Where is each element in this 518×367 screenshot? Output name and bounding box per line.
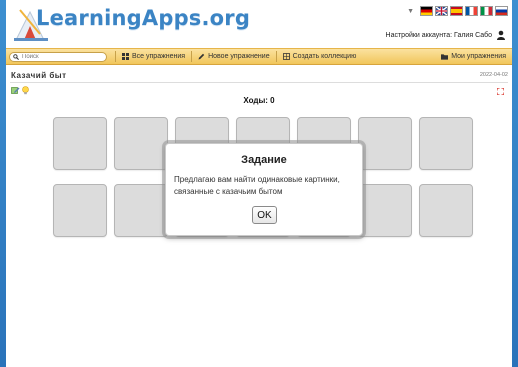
account-label[interactable]: Настройки аккаунта: Галия Сабо xyxy=(386,32,492,39)
user-icon[interactable] xyxy=(496,30,506,40)
folder-icon xyxy=(441,54,449,60)
flag-it-icon[interactable] xyxy=(480,6,493,16)
memory-card[interactable] xyxy=(419,117,473,170)
divider xyxy=(10,82,508,83)
nav-my-exercises[interactable]: Мои упражнения xyxy=(441,53,512,60)
nav-all-exercises-label: Все упражнения xyxy=(132,53,186,60)
memory-card[interactable] xyxy=(358,184,412,237)
chevron-down-icon[interactable]: ▼ xyxy=(407,8,414,15)
nav-create-collection-label: Создать коллекцию xyxy=(292,53,357,60)
language-selector[interactable]: ▼ xyxy=(407,6,508,16)
memory-card[interactable] xyxy=(114,184,168,237)
flag-fr-icon[interactable] xyxy=(465,6,478,16)
flag-ru-icon[interactable] xyxy=(495,6,508,16)
flag-es-icon[interactable] xyxy=(450,6,463,16)
nav-create-collection[interactable]: Создать коллекцию xyxy=(275,51,363,62)
flag-de-icon[interactable] xyxy=(420,6,433,16)
nav-all-exercises[interactable]: Все упражнения xyxy=(115,51,191,62)
dialog-title: Задание xyxy=(241,154,287,166)
app-frame: LearningApps.org ▼ Настройки аккаунта: Г… xyxy=(6,0,512,367)
nav-new-exercise[interactable]: Новое упражнение xyxy=(191,51,276,62)
collection-icon xyxy=(282,53,290,60)
pencil-icon xyxy=(198,53,205,60)
search-input[interactable] xyxy=(19,52,102,61)
memory-card[interactable] xyxy=(114,117,168,170)
logo-text[interactable]: LearningApps.org xyxy=(36,6,250,30)
main-navbar: Все упражнения Новое упражнение Создать … xyxy=(6,48,512,65)
grid-icon xyxy=(122,53,129,60)
search-box[interactable] xyxy=(9,51,107,62)
date-label: 2022-04-02 xyxy=(479,72,508,78)
memory-card[interactable] xyxy=(358,117,412,170)
nav-my-exercises-label: Мои упражнения xyxy=(451,53,506,60)
header: LearningApps.org ▼ Настройки аккаунта: Г… xyxy=(6,0,512,44)
page-title: Казачий быт xyxy=(11,71,67,80)
task-dialog: Задание Предлагаю вам найти одинаковые к… xyxy=(165,143,363,236)
memory-card[interactable] xyxy=(53,184,107,237)
nav-new-exercise-label: Новое упражнение xyxy=(208,53,270,60)
flag-en-icon[interactable] xyxy=(435,6,448,16)
dialog-text: Предлагаю вам найти одинаковые картинки,… xyxy=(174,175,340,196)
fullscreen-icon[interactable] xyxy=(497,88,504,95)
memory-card[interactable] xyxy=(53,117,107,170)
edit-app-icon[interactable] xyxy=(11,86,20,95)
account-settings[interactable]: Настройки аккаунта: Галия Сабо xyxy=(386,30,506,40)
memory-card[interactable] xyxy=(419,184,473,237)
moves-counter: Ходы: 0 xyxy=(243,96,275,105)
ok-button[interactable]: OK xyxy=(252,206,277,224)
app-tools xyxy=(11,86,30,95)
lightbulb-icon[interactable] xyxy=(21,86,30,95)
